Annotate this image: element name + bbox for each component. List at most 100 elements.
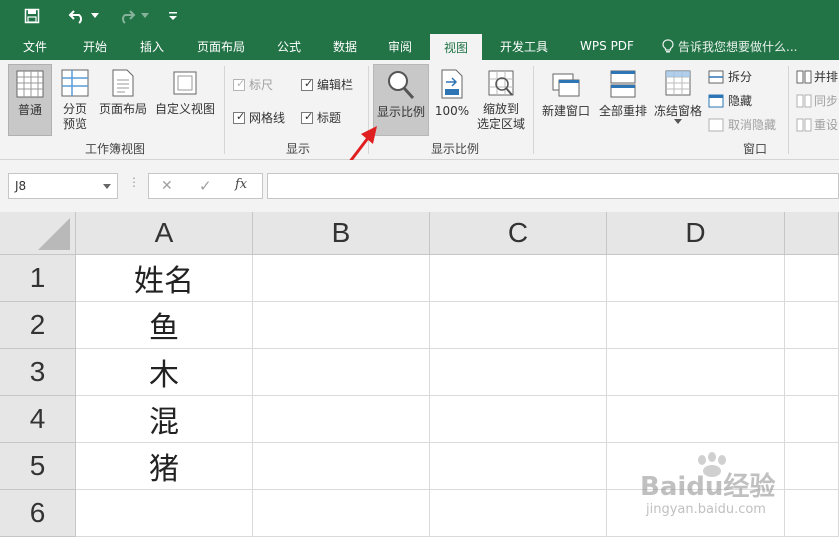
ruler-check-icon: ✓ bbox=[233, 77, 245, 91]
tab-view[interactable]: 视图 bbox=[430, 34, 482, 60]
freeze-dropdown-icon bbox=[674, 119, 682, 124]
redo-icon[interactable] bbox=[116, 6, 138, 26]
hide-label: 隐藏 bbox=[728, 94, 753, 108]
cell-d2[interactable] bbox=[607, 302, 785, 349]
formula-controls: ✕ ✓ fx bbox=[148, 173, 263, 199]
zoom-100-button[interactable]: 100% bbox=[432, 64, 472, 119]
cell-a3[interactable]: 木 bbox=[76, 349, 253, 396]
custom-views-button[interactable]: 自定义视图 bbox=[152, 64, 218, 117]
column-header-e[interactable] bbox=[785, 212, 839, 255]
cell-b3[interactable] bbox=[253, 349, 430, 396]
split-button[interactable]: 拆分 bbox=[708, 68, 752, 85]
tab-home[interactable]: 开始 bbox=[70, 32, 120, 60]
cell-d4[interactable] bbox=[607, 396, 785, 443]
page-layout-view-button[interactable]: 页面布局 bbox=[96, 64, 150, 117]
freeze-panes-button[interactable]: 冻结窗格 bbox=[650, 64, 706, 125]
select-all-triangle-icon bbox=[38, 218, 70, 250]
tab-developer[interactable]: 开发工具 bbox=[489, 32, 559, 60]
cell-b6[interactable] bbox=[253, 490, 430, 537]
select-all-corner[interactable] bbox=[0, 212, 76, 255]
zoom-to-selection-button[interactable]: 缩放到 选定区域 bbox=[474, 64, 528, 132]
tell-me-box[interactable]: 告诉我您想要做什么... bbox=[662, 32, 832, 60]
cell-c3[interactable] bbox=[430, 349, 607, 396]
zoom-selection-label-2: 选定区域 bbox=[476, 117, 525, 131]
cell-b1[interactable] bbox=[253, 255, 430, 302]
tab-page-layout[interactable]: 页面布局 bbox=[186, 32, 256, 60]
column-header-b[interactable]: B bbox=[253, 212, 430, 255]
tab-formulas[interactable]: 公式 bbox=[264, 32, 314, 60]
tab-data[interactable]: 数据 bbox=[320, 32, 370, 60]
cell-d3[interactable] bbox=[607, 349, 785, 396]
cell-d5[interactable] bbox=[607, 443, 785, 490]
cell-c1[interactable] bbox=[430, 255, 607, 302]
page-break-label-1: 分页 bbox=[62, 102, 87, 116]
cell-b4[interactable] bbox=[253, 396, 430, 443]
cell-c2[interactable] bbox=[430, 302, 607, 349]
redo-dropdown-icon[interactable] bbox=[140, 6, 150, 26]
ruler-checkbox[interactable]: ✓ 标尺 bbox=[233, 76, 273, 93]
zoom-to-selection-icon bbox=[488, 70, 514, 96]
cell-e4[interactable] bbox=[785, 396, 839, 443]
cell-d1[interactable] bbox=[607, 255, 785, 302]
gridlines-checkbox[interactable]: ✓ 网格线 bbox=[233, 109, 285, 126]
cell-b2[interactable] bbox=[253, 302, 430, 349]
cell-e3[interactable] bbox=[785, 349, 839, 396]
cell-e6[interactable] bbox=[785, 490, 839, 537]
cancel-icon[interactable]: ✕ bbox=[161, 178, 173, 194]
cell-a5[interactable]: 猪 bbox=[76, 443, 253, 490]
name-box-value: J8 bbox=[15, 179, 27, 193]
row-header-2[interactable]: 2 bbox=[0, 302, 76, 349]
column-header-c[interactable]: C bbox=[430, 212, 607, 255]
undo-icon[interactable] bbox=[66, 6, 88, 26]
row-header-4[interactable]: 4 bbox=[0, 396, 76, 443]
save-icon[interactable] bbox=[20, 6, 44, 26]
cell-d6[interactable] bbox=[607, 490, 785, 537]
normal-view-button[interactable]: 普通 bbox=[8, 64, 52, 136]
undo-dropdown-icon[interactable] bbox=[90, 6, 100, 26]
page-break-preview-button[interactable]: 分页 预览 bbox=[56, 64, 94, 132]
gridlines-label: 网格线 bbox=[249, 111, 286, 125]
name-box[interactable]: J8 bbox=[8, 173, 118, 199]
cell-e1[interactable] bbox=[785, 255, 839, 302]
column-header-a[interactable]: A bbox=[76, 212, 253, 255]
reset-position-button[interactable]: 重设 bbox=[796, 116, 838, 133]
insert-function-icon[interactable]: fx bbox=[235, 177, 247, 192]
row-header-3[interactable]: 3 bbox=[0, 349, 76, 396]
cell-a6[interactable] bbox=[76, 490, 253, 537]
tab-file[interactable]: 文件 bbox=[10, 32, 60, 60]
hide-button[interactable]: 隐藏 bbox=[708, 92, 752, 109]
lightbulb-icon bbox=[662, 39, 674, 53]
column-header-d[interactable]: D bbox=[607, 212, 785, 255]
enter-icon[interactable]: ✓ bbox=[199, 177, 212, 195]
row-header-5[interactable]: 5 bbox=[0, 443, 76, 490]
cell-c4[interactable] bbox=[430, 396, 607, 443]
tab-review[interactable]: 审阅 bbox=[375, 32, 425, 60]
name-box-dropdown-icon bbox=[103, 184, 111, 189]
cell-c6[interactable] bbox=[430, 490, 607, 537]
reset-position-icon bbox=[796, 118, 812, 131]
formula-bar-checkbox[interactable]: ✓ 编辑栏 bbox=[301, 76, 353, 93]
new-window-button[interactable]: 新建窗口 bbox=[538, 64, 594, 119]
sync-scroll-button[interactable]: 同步 bbox=[796, 92, 838, 109]
row-header-1[interactable]: 1 bbox=[0, 255, 76, 302]
cell-a4[interactable]: 混 bbox=[76, 396, 253, 443]
formula-input[interactable] bbox=[267, 173, 839, 199]
page-layout-label: 页面布局 bbox=[98, 102, 147, 116]
customize-qat-icon[interactable] bbox=[166, 6, 180, 26]
cell-e2[interactable] bbox=[785, 302, 839, 349]
unhide-button[interactable]: 取消隐藏 bbox=[708, 116, 776, 133]
zoom-group-label: 显示比例 bbox=[430, 142, 479, 156]
tab-wps-pdf[interactable]: WPS PDF bbox=[570, 32, 644, 60]
side-by-side-button[interactable]: 并排 bbox=[796, 68, 838, 85]
formula-bar-grip-icon: ⋮ bbox=[128, 175, 140, 189]
cell-a2[interactable]: 鱼 bbox=[76, 302, 253, 349]
cell-a1[interactable]: 姓名 bbox=[76, 255, 253, 302]
cell-b5[interactable] bbox=[253, 443, 430, 490]
cell-e5[interactable] bbox=[785, 443, 839, 490]
row-header-6[interactable]: 6 bbox=[0, 490, 76, 537]
tab-insert[interactable]: 插入 bbox=[127, 32, 177, 60]
cell-c5[interactable] bbox=[430, 443, 607, 490]
group-separator bbox=[533, 66, 534, 154]
split-label: 拆分 bbox=[728, 70, 753, 84]
arrange-all-button[interactable]: 全部重排 bbox=[595, 64, 651, 119]
